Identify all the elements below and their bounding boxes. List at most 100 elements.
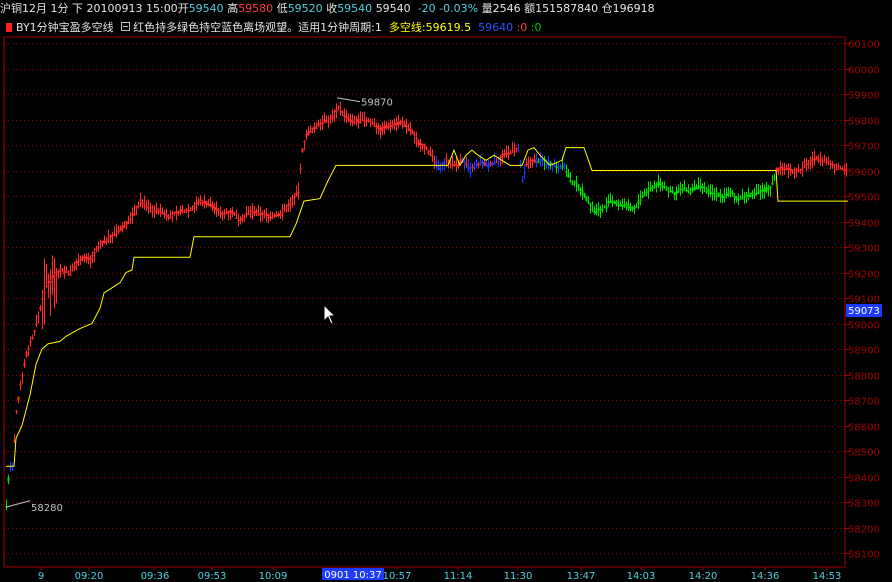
candle-body [583, 193, 586, 198]
candle-body [341, 111, 344, 114]
candle-body [401, 121, 404, 123]
candle-body [743, 196, 746, 198]
candle-body [415, 137, 418, 140]
candle-body [193, 205, 196, 208]
candle-body [737, 198, 740, 201]
candle-body [553, 164, 556, 166]
candle-body [639, 199, 642, 201]
candle-body [117, 230, 120, 233]
y-tick-label: 59900 [848, 91, 880, 102]
candle-body [569, 180, 572, 183]
x-tick-label: 09:36 [141, 571, 170, 582]
candle-body [579, 188, 582, 191]
candle-body [841, 167, 844, 170]
candle-body [603, 205, 606, 208]
candle-body [777, 167, 780, 173]
candle-body [839, 168, 842, 170]
candle-body [139, 199, 142, 202]
candle-body [555, 166, 558, 169]
candle-body [93, 251, 96, 254]
candle-body [31, 337, 34, 339]
candle-body [649, 187, 652, 190]
candle-body [21, 374, 24, 377]
candle-body [615, 200, 618, 205]
y-tick-label: 58500 [848, 448, 880, 459]
candle-body [537, 161, 540, 163]
candle-body [827, 160, 830, 162]
candle-body [79, 259, 82, 261]
candle-body [595, 211, 598, 214]
y-tick-label: 58300 [848, 499, 880, 510]
candle-body [529, 159, 532, 162]
candle-body [689, 192, 692, 194]
candle-body [133, 213, 136, 215]
candle-body [625, 203, 628, 206]
candle-body [235, 217, 238, 220]
kline-chart[interactable]: 60100 60000 59900 59800 59700 59600 59500 59400… [0, 0, 892, 582]
candle-body [387, 126, 390, 128]
candle-body [769, 186, 772, 188]
candle-body [475, 164, 478, 166]
candle-body [23, 362, 26, 367]
candle-body [773, 177, 776, 180]
candle-body [19, 383, 22, 386]
candle-body [211, 204, 214, 209]
y-tick-label: 58200 [848, 525, 880, 536]
candle-body [389, 122, 392, 128]
y-tick-label: 58600 [848, 423, 880, 434]
candle-body [781, 166, 784, 171]
candle-body [765, 187, 768, 192]
candle-body [651, 186, 654, 189]
candle-body [179, 209, 182, 213]
candle-body [517, 150, 520, 152]
candle-body [77, 260, 80, 263]
candle-body [635, 205, 638, 208]
candle-body [423, 144, 426, 148]
candle-body [83, 256, 86, 259]
candle-body [363, 120, 366, 123]
candle-body [621, 204, 624, 207]
candle-body [643, 194, 646, 197]
candle-body [383, 125, 386, 129]
candle-body [337, 106, 340, 108]
candle-body [397, 122, 400, 125]
candle-body [727, 192, 730, 197]
candle-body [333, 110, 336, 113]
y-tick-label: 58700 [848, 397, 880, 408]
candle-body [779, 166, 782, 169]
candle-body [705, 191, 708, 194]
candle-body [455, 164, 458, 167]
candle-body [249, 209, 252, 212]
candle-body [709, 191, 712, 195]
candle-body [789, 168, 792, 172]
candle-body [373, 125, 376, 127]
candle-body [611, 199, 614, 203]
candle-body [273, 215, 276, 217]
candle-body [27, 348, 30, 351]
candle-body [69, 274, 72, 276]
candle-body [767, 187, 770, 190]
candle-body [825, 161, 828, 164]
candle-body [375, 126, 378, 128]
candle-body [311, 127, 314, 131]
candle-body [199, 199, 202, 202]
candle-body [509, 152, 512, 155]
candle-body [497, 158, 500, 161]
candle-body [673, 192, 676, 196]
candle-body [565, 171, 568, 173]
candle-body [721, 196, 724, 199]
candle-body [87, 257, 90, 259]
candle-body [453, 163, 456, 166]
candle-body [589, 203, 592, 206]
candle-body [707, 189, 710, 192]
candle-body [359, 121, 362, 124]
candle-body [25, 351, 28, 357]
candle-body [231, 211, 234, 215]
candle-body [335, 108, 338, 112]
candle-body [599, 208, 602, 211]
candle-body [367, 119, 370, 122]
candle-body [269, 217, 272, 219]
candle-body [677, 189, 680, 193]
x-tick-label: 11:30 [504, 571, 533, 582]
candle-body [59, 268, 62, 272]
